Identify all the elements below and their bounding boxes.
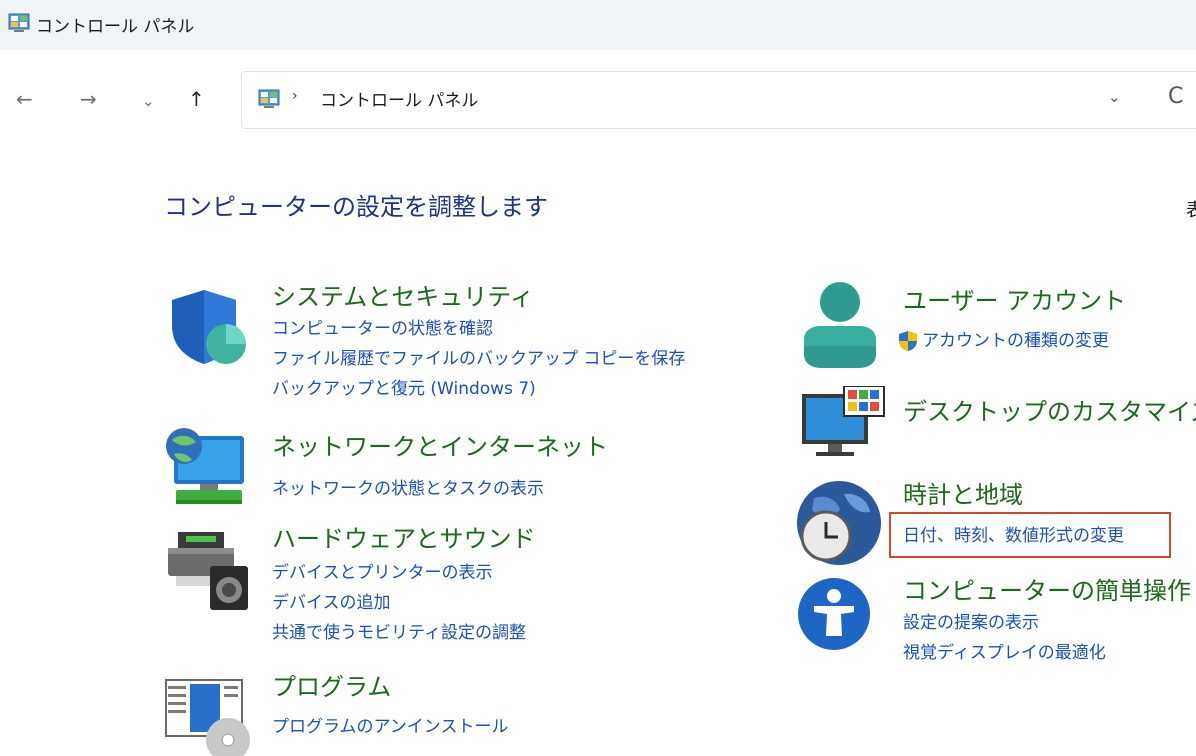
network-globe-icon[interactable] <box>164 426 248 512</box>
link-optimize-visual-display[interactable]: 視覚ディスプレイの最適化 <box>903 642 1106 664</box>
view-by-label[interactable]: 表 <box>1186 196 1196 222</box>
category-title[interactable]: ユーザー アカウント <box>903 286 1126 316</box>
window-title: コントロール パネル <box>36 17 195 37</box>
control-panel-icon <box>258 89 280 108</box>
forward-button[interactable]: → <box>80 88 97 110</box>
address-bar[interactable]: › コントロール パネル ⌄ C <box>241 71 1196 129</box>
link-check-status[interactable]: コンピューターの状態を確認 <box>272 318 493 340</box>
category-title[interactable]: ネットワークとインターネット <box>272 432 608 462</box>
recent-locations-button[interactable]: ⌄ <box>142 90 155 112</box>
link-devices-printers[interactable]: デバイスとプリンターの表示 <box>272 562 493 584</box>
control-panel-window: コントロール パネル ← → ⌄ ↑ › コントロール パネル ⌄ C コンピュ… <box>0 0 1196 756</box>
link-uninstall-program[interactable]: プログラムのアンインストール <box>272 716 508 738</box>
link-mobility-settings[interactable]: 共通で使うモビリティ設定の調整 <box>272 622 526 644</box>
link-add-device[interactable]: デバイスの追加 <box>272 592 391 614</box>
link-change-date-time-format[interactable]: 日付、時刻、数値形式の変更 <box>903 525 1124 547</box>
uac-shield-icon <box>899 331 917 351</box>
title-bar: コントロール パネル <box>0 0 1196 50</box>
back-button[interactable]: ← <box>16 88 33 110</box>
shield-icon[interactable] <box>164 286 248 370</box>
accessibility-icon[interactable] <box>796 576 872 652</box>
refresh-button[interactable]: C <box>1168 84 1183 109</box>
link-network-status[interactable]: ネットワークの状態とタスクの表示 <box>272 478 544 500</box>
desktop-monitor-icon[interactable] <box>800 386 886 462</box>
printer-icon[interactable] <box>164 524 250 614</box>
category-title[interactable]: プログラム <box>272 672 391 702</box>
link-file-history-backup[interactable]: ファイル履歴でファイルのバックアップ コピーを保存 <box>272 348 685 370</box>
up-button[interactable]: ↑ <box>188 88 205 110</box>
page-heading: コンピューターの設定を調整します <box>164 193 548 221</box>
control-panel-icon <box>8 13 30 32</box>
breadcrumb-separator[interactable]: › <box>292 88 298 104</box>
link-settings-suggestions[interactable]: 設定の提案の表示 <box>903 612 1039 634</box>
link-change-account-type[interactable]: アカウントの種類の変更 <box>922 330 1109 352</box>
breadcrumb-control-panel[interactable]: コントロール パネル <box>320 86 478 111</box>
address-dropdown-button[interactable]: ⌄ <box>1108 88 1121 106</box>
category-title[interactable]: 時計と地域 <box>903 480 1023 510</box>
category-title[interactable]: ハードウェアとサウンド <box>272 524 536 554</box>
category-title[interactable]: コンピューターの簡単操作 <box>903 576 1191 606</box>
user-icon[interactable] <box>800 282 880 372</box>
programs-icon[interactable] <box>164 670 252 756</box>
link-backup-restore[interactable]: バックアップと復元 (Windows 7) <box>272 378 536 400</box>
clock-globe-icon[interactable] <box>794 478 884 568</box>
category-title[interactable]: システムとセキュリティ <box>272 282 534 312</box>
category-title[interactable]: デスクトップのカスタマイズ <box>903 397 1196 427</box>
